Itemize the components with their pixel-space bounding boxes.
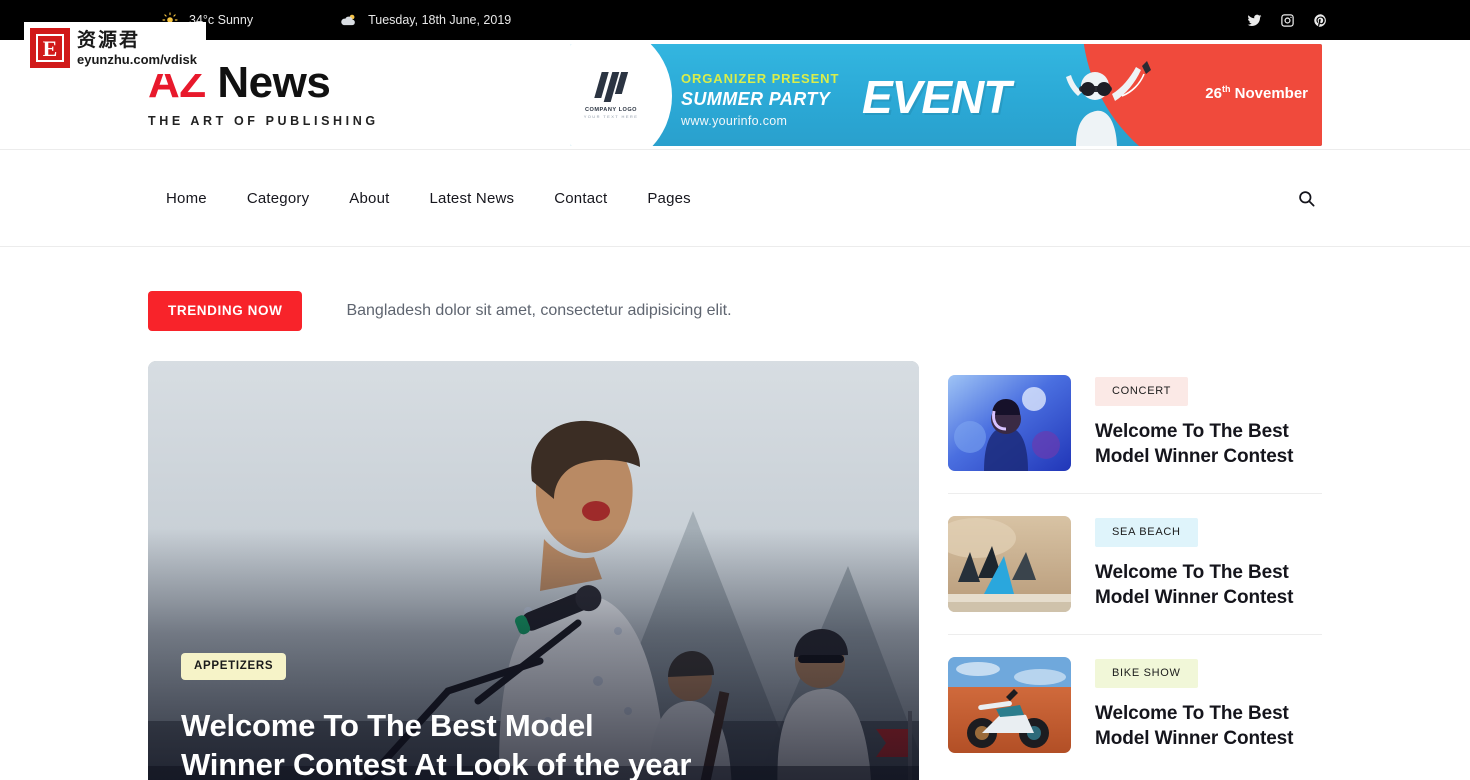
concert-crowd-image <box>948 374 1071 471</box>
date-text: Tuesday, 18th June, 2019 <box>368 13 512 27</box>
nav-item-category[interactable]: Category <box>227 180 329 217</box>
watermark-overlay: E 资源君 eyunzhu.com/vdisk <box>24 22 206 74</box>
surfboard-fins-image <box>948 515 1071 612</box>
banner-event-title: EVENT <box>862 70 1011 123</box>
trending-badge[interactable]: TRENDING NOW <box>148 291 303 331</box>
list-item[interactable]: CONCERT Welcome To The Best Model Winner… <box>948 361 1322 493</box>
article-thumbnail[interactable] <box>948 656 1071 753</box>
banner-date: 26th November <box>1205 84 1308 102</box>
banner-party: SUMMER PARTY <box>681 88 831 109</box>
hero-category-badge[interactable]: APPETIZERS <box>181 652 287 681</box>
watermark-logo-icon: E <box>30 28 70 68</box>
hero-title[interactable]: Welcome To The Best Model Winner Contest… <box>181 706 701 780</box>
logo-tagline: THE ART OF PUBLISHING <box>148 114 379 128</box>
article-category-badge[interactable]: CONCERT <box>1095 376 1189 406</box>
list-item[interactable]: SEA BEACH Welcome To The Best Model Winn… <box>948 492 1322 634</box>
search-icon <box>1299 190 1315 206</box>
pinterest-icon[interactable] <box>1313 13 1328 28</box>
banner-organizer: ORGANIZER PRESENT <box>681 70 840 86</box>
article-title[interactable]: Welcome To The Best Model Winner Contest <box>1095 701 1322 752</box>
dirt-bike-image <box>948 656 1071 753</box>
nav-item-home[interactable]: Home <box>148 180 227 217</box>
hero-article[interactable]: APPETIZERS Welcome To The Best Model Win… <box>148 360 919 780</box>
logo-news: News <box>205 58 331 107</box>
article-thumbnail[interactable] <box>948 374 1071 471</box>
cloud-sun-icon <box>341 14 355 26</box>
date-indicator: Tuesday, 18th June, 2019 <box>339 12 511 28</box>
search-button[interactable] <box>1291 183 1322 214</box>
content-area: APPETIZERS Welcome To The Best Model Win… <box>0 331 1470 780</box>
social-links <box>1247 13 1470 28</box>
banner-url: www.yourinfo.com <box>681 113 788 128</box>
sidebar-article-list: CONCERT Welcome To The Best Model Winner… <box>948 361 1322 780</box>
nav-list: Home Category About Latest News Contact … <box>148 180 711 217</box>
twitter-icon[interactable] <box>1247 13 1262 28</box>
watermark-chinese: 资源君 <box>77 29 141 51</box>
nav-item-latest-news[interactable]: Latest News <box>409 180 534 217</box>
banner-company-sub: YOUR TEXT HERE <box>583 114 639 119</box>
list-item[interactable]: BIKE SHOW Welcome To The Best Model Winn… <box>948 633 1322 775</box>
instagram-icon[interactable] <box>1280 13 1295 28</box>
trending-section: TRENDING NOW Bangladesh dolor sit amet, … <box>0 247 1470 331</box>
banner-ad[interactable]: COMPANY LOGO YOUR TEXT HERE ORGANIZER PR… <box>570 43 1322 146</box>
watermark-url: eyunzhu.com/vdisk <box>77 51 197 67</box>
masthead: AZ News THE ART OF PUBLISHING COMPANY LO… <box>0 40 1470 150</box>
nav-item-contact[interactable]: Contact <box>534 180 627 217</box>
banner-logo-circle: COMPANY LOGO YOUR TEXT HERE <box>570 43 672 146</box>
top-bar: 34°c Sunny Tuesday, 18th June, 2019 E 资源… <box>0 0 1470 74</box>
nav-item-about[interactable]: About <box>329 180 409 217</box>
trending-headline[interactable]: Bangladesh dolor sit amet, consectetur a… <box>346 302 731 320</box>
nav-item-pages[interactable]: Pages <box>627 180 711 217</box>
banner-person-silhouette <box>1066 60 1151 146</box>
article-category-badge[interactable]: SEA BEACH <box>1095 517 1198 547</box>
banner-company-label: COMPANY LOGO <box>584 107 638 113</box>
article-title[interactable]: Welcome To The Best Model Winner Contest <box>1095 419 1322 470</box>
banner-logo-icon <box>593 72 628 102</box>
main-navigation: Home Category About Latest News Contact … <box>0 150 1470 247</box>
banner-date-num: 26 <box>1205 84 1222 102</box>
article-thumbnail[interactable] <box>948 515 1071 612</box>
article-category-badge[interactable]: BIKE SHOW <box>1095 658 1198 688</box>
banner-date-month: November <box>1230 84 1308 102</box>
article-title[interactable]: Welcome To The Best Model Winner Contest <box>1095 560 1322 611</box>
watermark-letter: E <box>36 34 64 62</box>
